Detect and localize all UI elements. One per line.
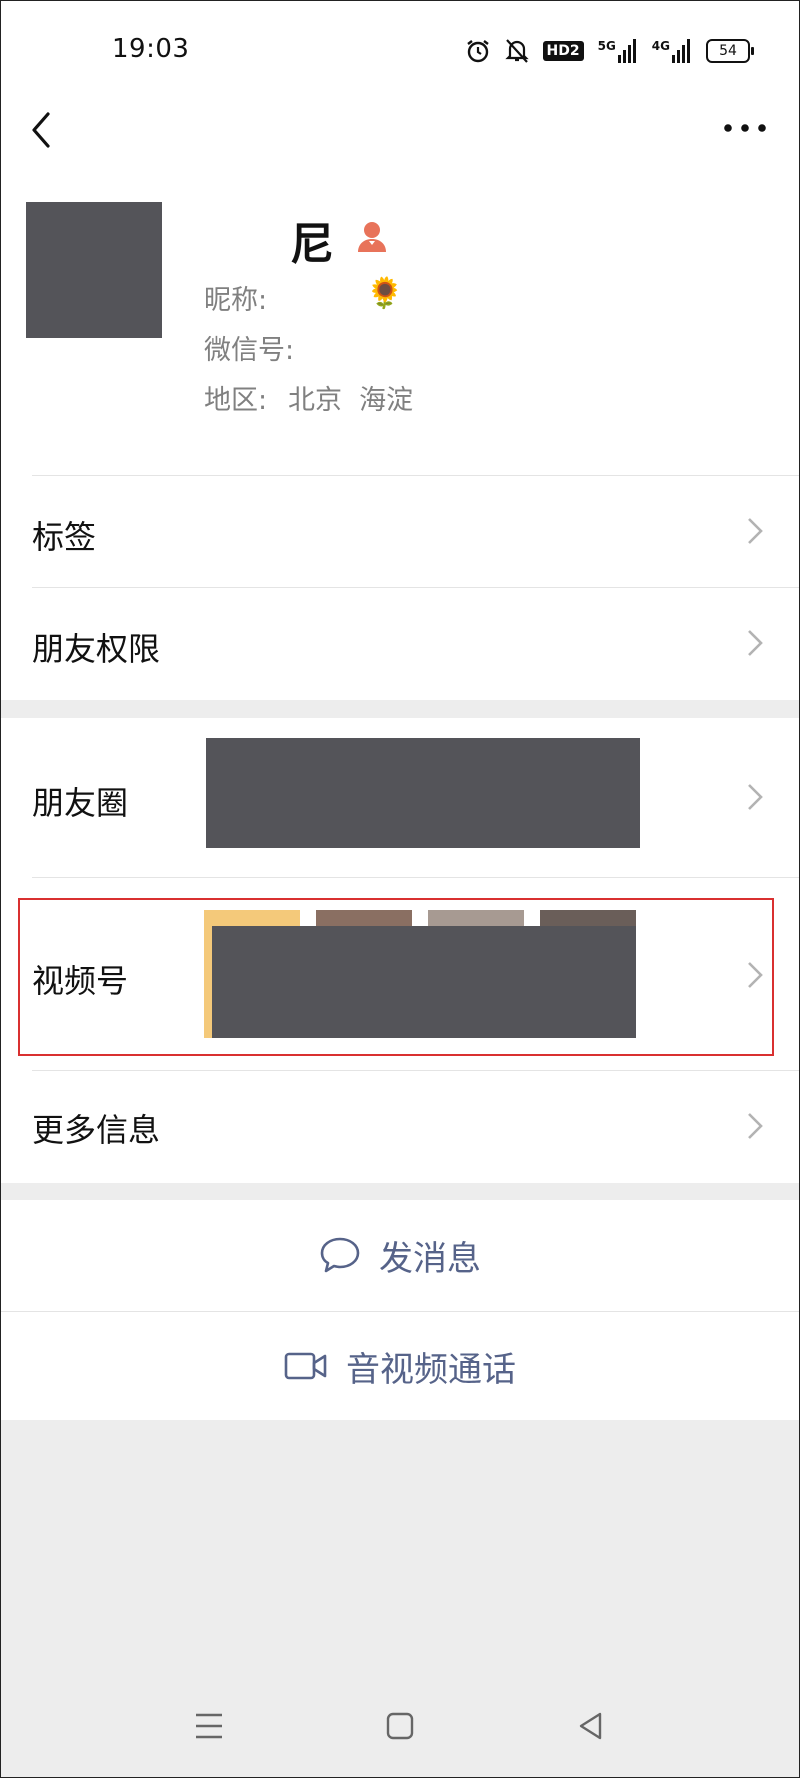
send-message-button[interactable]: 发消息 <box>0 1200 800 1310</box>
back-nav-icon[interactable] <box>578 1712 604 1740</box>
region-value: 北京 海淀 <box>288 385 414 416</box>
nickname-label: 昵称: <box>204 285 268 316</box>
row-more-info[interactable]: 更多信息 <box>0 1071 800 1181</box>
menu-icon[interactable] <box>194 1712 224 1740</box>
moments-preview <box>206 738 640 848</box>
row-moments[interactable]: 朋友圈 <box>0 718 800 876</box>
wechat-id-label: 微信号: <box>204 335 295 366</box>
signal-5g-icon: 5G <box>598 39 638 63</box>
chevron-right-icon <box>748 630 763 656</box>
av-call-label: 音视频通话 <box>346 1349 516 1390</box>
chat-bubble-icon <box>320 1237 360 1273</box>
chevron-right-icon <box>748 1113 763 1139</box>
chevron-right-icon <box>748 784 763 810</box>
row-permissions-label: 朋友权限 <box>32 630 161 668</box>
more-icon[interactable] <box>720 116 770 140</box>
hd-icon: HD2 <box>542 41 584 61</box>
row-permissions[interactable]: 朋友权限 <box>0 588 800 698</box>
avatar[interactable] <box>26 202 162 338</box>
battery-icon: 54 <box>706 39 754 63</box>
status-icons: HD2 5G 4G 54 <box>465 36 754 66</box>
back-icon[interactable] <box>26 106 62 154</box>
row-tags[interactable]: 标签 <box>0 476 800 586</box>
signal-4g-icon: 4G <box>652 39 692 63</box>
alarm-icon <box>466 40 489 63</box>
region-label: 地区: <box>204 385 268 416</box>
bell-off-icon <box>504 39 529 63</box>
profile-name: 尼 <box>290 219 334 270</box>
highlight-box <box>18 898 774 1056</box>
nickname-emoji: 🌻 <box>366 276 404 311</box>
status-time: 19:03 <box>112 34 190 64</box>
home-icon[interactable] <box>386 1712 414 1740</box>
person-badge-icon <box>358 222 386 252</box>
av-call-button[interactable]: 音视频通话 <box>0 1312 800 1420</box>
send-message-label: 发消息 <box>379 1238 481 1279</box>
row-more-info-label: 更多信息 <box>32 1111 161 1149</box>
row-moments-label: 朋友圈 <box>32 784 129 822</box>
video-camera-icon <box>284 1352 327 1380</box>
chevron-right-icon <box>748 518 763 544</box>
row-tags-label: 标签 <box>32 518 97 556</box>
